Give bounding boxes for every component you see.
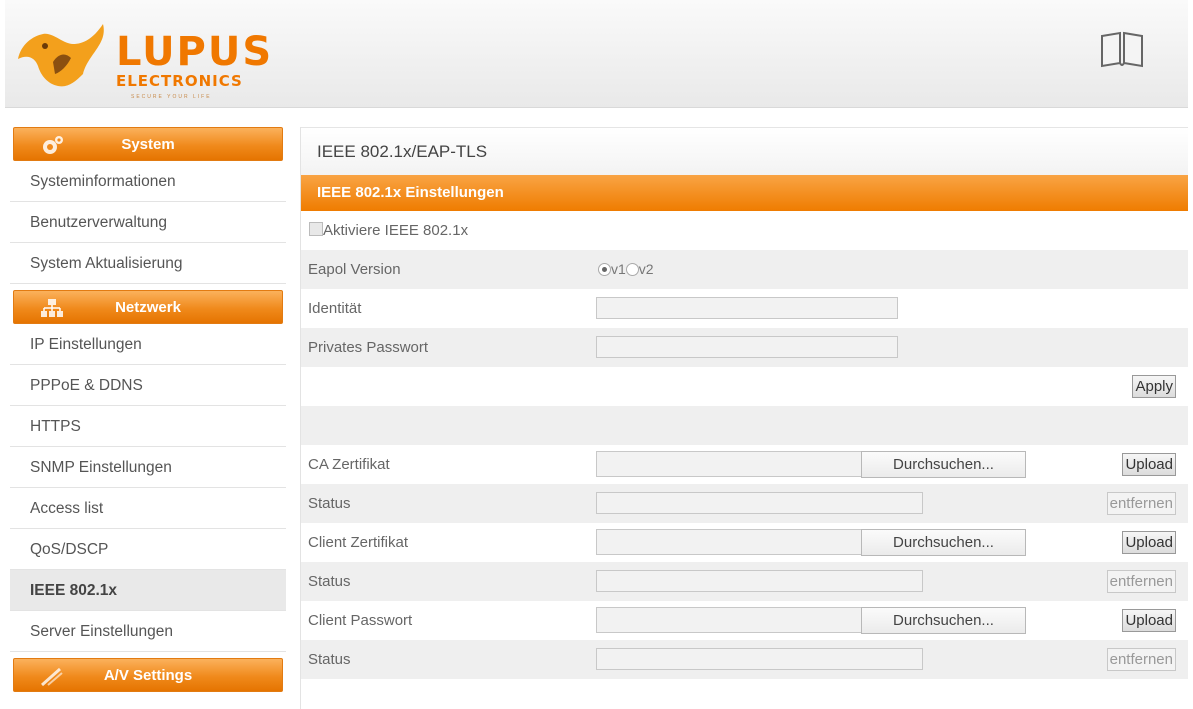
enable-row: Aktiviere IEEE 802.1x	[301, 211, 1188, 250]
apply-button[interactable]: Apply	[1132, 375, 1176, 398]
network-icon	[41, 299, 63, 317]
client-cert-label: Client Zertifikat	[308, 534, 409, 551]
apply-row: Apply	[301, 367, 1188, 406]
header: LUPUS ELECTRONICS SECURE YOUR LIFE	[5, 0, 1188, 108]
client-cert-status-field	[596, 570, 923, 592]
enable-ieee-label: Aktiviere IEEE 802.1x	[323, 222, 469, 239]
ca-remove-button[interactable]: entfernen	[1106, 492, 1176, 515]
eapol-v2-label: v2	[638, 261, 654, 277]
client-password-upload-button[interactable]: Upload	[1122, 609, 1176, 632]
ca-cert-browse-button[interactable]: Durchsuchen...	[861, 451, 1026, 478]
sidebar-section-av-settings[interactable]: A/V Settings	[13, 658, 283, 692]
ca-status-row: Status entfernen	[301, 484, 1188, 523]
wolf-logo-icon	[18, 24, 104, 87]
client-cert-file-input[interactable]	[596, 529, 862, 555]
eapol-v2-radio[interactable]	[625, 262, 639, 276]
identity-row: Identität	[301, 289, 1188, 328]
ca-status-label: Status	[308, 495, 351, 512]
sidebar-item-https[interactable]: HTTPS	[10, 406, 286, 447]
logo-text: LUPUS	[116, 29, 274, 75]
sidebar-section-netzwerk[interactable]: Netzwerk	[13, 290, 283, 324]
client-cert-browse-button[interactable]: Durchsuchen...	[861, 529, 1026, 556]
sidebar-section-system[interactable]: System	[13, 127, 283, 161]
eapol-label: Eapol Version	[308, 261, 401, 278]
sidebar-section-title: A/V Settings	[103, 666, 193, 684]
client-cert-status-label: Status	[308, 573, 351, 590]
sidebar-item-server-einstellungen[interactable]: Server Einstellungen	[10, 611, 286, 652]
sidebar-item-benutzerverwaltung[interactable]: Benutzerverwaltung	[10, 202, 286, 243]
client-cert-row: Client Zertifikat Durchsuchen... Upload	[301, 523, 1188, 562]
client-password-status-row: Status entfernen	[301, 640, 1188, 679]
private-password-row: Privates Passwort	[301, 328, 1188, 367]
client-cert-status-row: Status entfernen	[301, 562, 1188, 601]
client-cert-upload-button[interactable]: Upload	[1122, 531, 1176, 554]
av-settings-icon	[41, 667, 63, 687]
ca-cert-row: CA Zertifikat Durchsuchen... Upload	[301, 445, 1188, 484]
eapol-v1-radio[interactable]	[598, 262, 611, 276]
sidebar-item-ip-einstellungen[interactable]: IP Einstellungen	[10, 324, 286, 365]
client-password-browse-button[interactable]: Durchsuchen...	[861, 607, 1026, 634]
client-password-label: Client Passwort	[308, 612, 413, 629]
sidebar-item-system-aktualisierung[interactable]: System Aktualisierung	[10, 243, 286, 284]
client-password-status-label: Status	[308, 651, 351, 668]
ca-cert-label: CA Zertifikat	[308, 456, 390, 473]
logo-subtext: ELECTRONICS	[116, 72, 243, 90]
logo-tagline: SECURE YOUR LIFE	[131, 94, 212, 100]
sidebar-item-pppoe-ddns[interactable]: PPPoE & DDNS	[10, 365, 286, 406]
section-header: IEEE 802.1x Einstellungen	[301, 175, 1188, 211]
client-password-row: Client Passwort Durchsuchen... Upload	[301, 601, 1188, 640]
identity-input[interactable]	[596, 297, 898, 319]
ca-cert-upload-button[interactable]: Upload	[1122, 453, 1176, 476]
sidebar-nav: System Systeminformationen Benutzerverwa…	[10, 127, 286, 692]
ca-status-field	[596, 492, 923, 514]
identity-label: Identität	[308, 300, 362, 317]
sidebar-item-access-list[interactable]: Access list	[10, 488, 286, 529]
spacer-row	[301, 406, 1188, 445]
sidebar-item-systeminformationen[interactable]: Systeminformationen	[10, 161, 286, 202]
sidebar-item-qos-dscp[interactable]: QoS/DSCP	[10, 529, 286, 570]
private-password-label: Privates Passwort	[308, 339, 429, 356]
sidebar-section-title: Netzwerk	[115, 298, 181, 316]
enable-ieee-checkbox[interactable]	[309, 222, 323, 236]
eapol-row: Eapol Version v1 v2	[301, 250, 1188, 289]
private-password-input[interactable]	[596, 336, 898, 358]
client-password-file-input[interactable]	[596, 607, 862, 633]
lupus-logo: LUPUS ELECTRONICS SECURE YOUR LIFE	[13, 14, 293, 100]
eapol-v1-label: v1	[611, 261, 626, 277]
page-title: IEEE 802.1x/EAP-TLS	[301, 127, 1188, 175]
client-password-remove-button[interactable]: entfernen	[1106, 648, 1176, 671]
sidebar-section-title: System	[121, 135, 175, 153]
manual-book-icon[interactable]	[1099, 30, 1145, 70]
sidebar-item-snmp-einstellungen[interactable]: SNMP Einstellungen	[10, 447, 286, 488]
client-cert-remove-button[interactable]: entfernen	[1106, 570, 1176, 593]
main-content: IEEE 802.1x/EAP-TLS IEEE 802.1x Einstell…	[300, 127, 1188, 709]
client-password-status-field	[596, 648, 923, 670]
gear-icon	[43, 136, 63, 154]
sidebar-item-ieee-8021x[interactable]: IEEE 802.1x	[10, 570, 286, 611]
ca-cert-file-input[interactable]	[596, 451, 862, 477]
